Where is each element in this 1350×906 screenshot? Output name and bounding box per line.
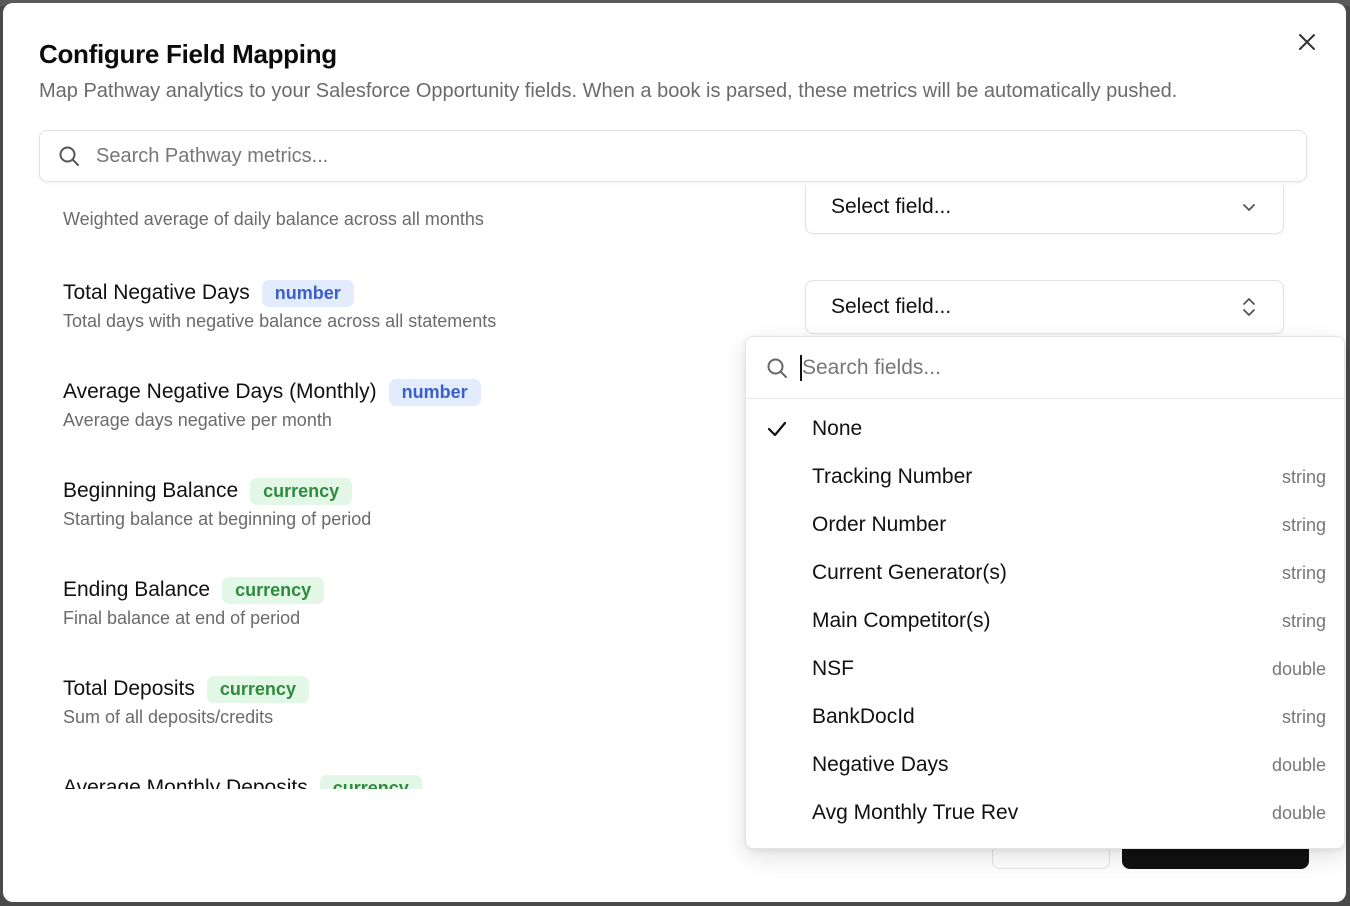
metric-name: Average Negative Days (Monthly) (63, 380, 377, 403)
type-badge: currency (206, 675, 309, 703)
metric-row: Beginning Balance currency Starting bala… (63, 476, 371, 530)
metric-name: Ending Balance (63, 578, 211, 601)
option-label: None (812, 417, 863, 440)
option-label: Negative Days (812, 753, 949, 776)
close-button[interactable] (1293, 28, 1321, 56)
field-select-trigger-open[interactable]: Select field... (805, 280, 1284, 334)
check-icon (767, 421, 787, 437)
metric-row: Average Negative Days (Monthly) number A… (63, 377, 481, 431)
type-badge: currency (222, 576, 325, 604)
field-option[interactable]: Tracking Number string (746, 453, 1344, 501)
field-option[interactable]: Avg Monthly True Rev double (746, 789, 1344, 837)
field-select-label: Select field... (831, 295, 952, 318)
option-type: double (1271, 802, 1326, 823)
field-option[interactable]: Order Number string (746, 501, 1344, 549)
field-option[interactable]: NSF double (746, 645, 1344, 693)
type-badge: currency (250, 477, 353, 505)
search-icon (59, 146, 79, 166)
dialog-title: Configure Field Mapping (39, 39, 337, 69)
chevrons-up-down-icon (1243, 298, 1255, 316)
option-label: Main Competitor(s) (812, 609, 991, 632)
metric-description: Sum of all deposits/credits (63, 707, 274, 727)
option-type: double (1271, 658, 1326, 679)
metric-row: Average Monthly Deposits currency (63, 773, 422, 789)
metric-description: Final balance at end of period (63, 608, 301, 628)
option-type: string (1281, 466, 1326, 487)
metric-row: Ending Balance currency Final balance at… (63, 575, 325, 629)
close-icon (1299, 34, 1315, 50)
field-select-dropdown: None Tracking Number string Order Number… (745, 336, 1345, 849)
field-option-list: None Tracking Number string Order Number… (746, 405, 1344, 837)
metric-description: Weighted average of daily balance across… (63, 209, 484, 229)
metric-name: Beginning Balance (63, 479, 239, 502)
option-label: Avg Monthly True Rev (812, 801, 1019, 824)
option-type: string (1281, 706, 1326, 727)
field-search-input[interactable] (800, 354, 1324, 381)
field-option[interactable]: Negative Days double (746, 741, 1344, 789)
option-type: string (1281, 610, 1326, 631)
field-search-box (746, 337, 1344, 399)
metric-row: Total Negative Days number Total days wi… (63, 278, 496, 332)
metric-description: Average days negative per month (63, 410, 332, 430)
field-select-trigger[interactable]: Select field... (805, 185, 1284, 234)
option-type: string (1281, 514, 1326, 535)
field-select-label: Select field... (831, 195, 952, 218)
metric-name: Total Deposits (63, 677, 195, 700)
field-option[interactable]: Main Competitor(s) string (746, 597, 1344, 645)
metric-row: Total Deposits currency Sum of all depos… (63, 674, 309, 728)
metric-search-box (39, 130, 1307, 182)
option-type: double (1271, 754, 1326, 775)
metric-description: Total days with negative balance across … (63, 311, 497, 331)
metric-description: Starting balance at beginning of period (63, 509, 372, 529)
option-label: NSF (812, 657, 854, 680)
option-label: Order Number (812, 513, 947, 536)
type-badge: number (261, 279, 354, 307)
metric-search-input[interactable] (94, 143, 1248, 169)
dialog-description: Map Pathway analytics to your Salesforce… (39, 80, 1178, 102)
metric-row: Weighted average of daily balance across… (63, 209, 484, 230)
type-badge: currency (319, 774, 422, 789)
metric-name: Average Monthly Deposits (63, 776, 308, 789)
option-label: Current Generator(s) (812, 561, 1007, 584)
option-label: Tracking Number (812, 465, 973, 488)
option-type: string (1281, 562, 1326, 583)
search-icon (767, 358, 787, 378)
field-option[interactable]: BankDocId string (746, 693, 1344, 741)
field-option[interactable]: Current Generator(s) string (746, 549, 1344, 597)
field-option-none[interactable]: None (746, 405, 1344, 453)
metric-name: Total Negative Days (63, 281, 250, 304)
option-label: BankDocId (812, 705, 915, 728)
type-badge: number (388, 378, 481, 406)
chevron-down-icon (1243, 204, 1255, 211)
